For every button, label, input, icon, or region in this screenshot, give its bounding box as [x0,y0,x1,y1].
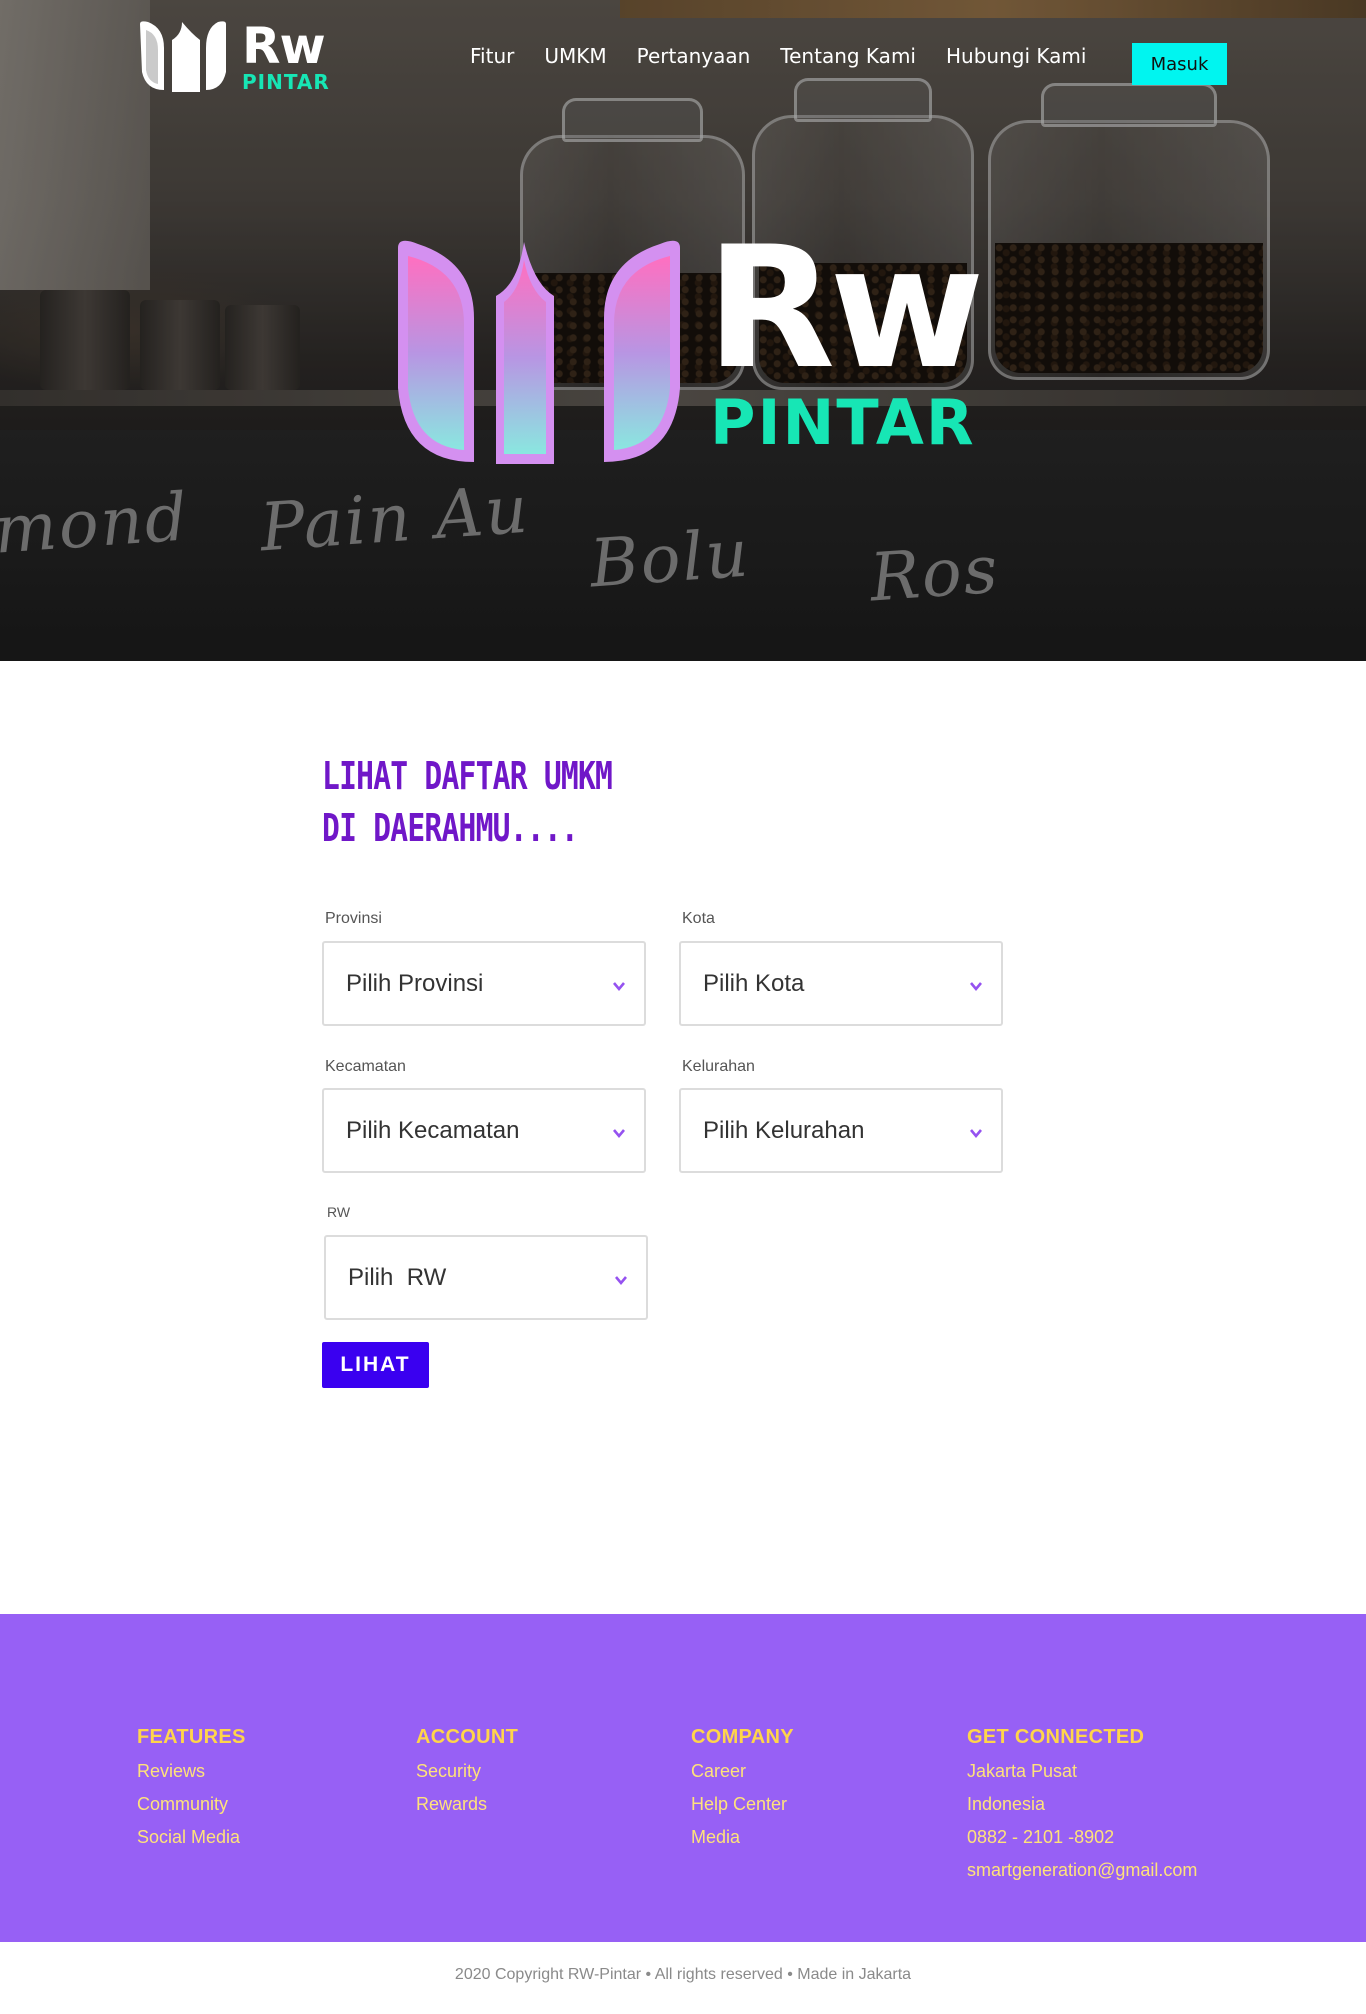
footer-heading: ACCOUNT [416,1726,519,1748]
provinsi-label: Provinsi [325,910,382,927]
footer-link-security[interactable]: Security [416,1761,518,1782]
provinsi-select-value: Pilih Provinsi [346,969,484,997]
footer-country: Indonesia [967,1794,1046,1814]
rw-select-value: Pilih RW [348,1263,447,1291]
kota-label: Kota [682,910,715,927]
main-nav: Fitur UMKM Pertanyaan Tentang Kami Hubun… [470,44,1116,68]
kota-select-value: Pilih Kota [703,969,805,997]
footer-column-account: ACCOUNT Security Rewards [416,1726,518,1827]
kecamatan-select-value: Pilih Kecamatan [346,1116,520,1144]
footer-column-get-connected: GET CONNECTED Jakarta Pusat Indonesia 08… [967,1726,1197,1893]
footer-link-reviews[interactable]: Reviews [137,1761,246,1782]
kecamatan-label: Kecamatan [325,1058,406,1075]
hero-logo-icon [398,240,680,464]
chevron-down-icon [613,982,625,992]
chevron-down-icon [613,1129,625,1139]
kelurahan-select[interactable]: Pilih Kelurahan [679,1088,1003,1173]
nav-logo-wordmark[interactable]: Rw [242,21,326,71]
nav-link-tentang-kami[interactable]: Tentang Kami [780,44,916,68]
footer-column-features: FEATURES Reviews Community Social Media [137,1726,246,1860]
nav-link-pertanyaan[interactable]: Pertanyaan [637,44,751,68]
hero-logo-sub: PINTAR [710,386,976,459]
footer-link-career[interactable]: Career [691,1761,794,1782]
provinsi-select[interactable]: Pilih Provinsi [322,941,646,1026]
chevron-down-icon [615,1276,627,1286]
kelurahan-select-value: Pilih Kelurahan [703,1116,865,1144]
footer-link-help-center[interactable]: Help Center [691,1794,794,1815]
footer-link-social-media[interactable]: Social Media [137,1827,246,1848]
lihat-button[interactable]: LIHAT [322,1342,429,1388]
footer-column-company: COMPANY Career Help Center Media [691,1726,794,1860]
footer-link-rewards[interactable]: Rewards [416,1794,518,1815]
footer-heading: GET CONNECTED [967,1726,1145,1748]
nav-link-fitur[interactable]: Fitur [470,44,514,68]
footer-heading: COMPANY [691,1726,794,1748]
footer-city: Jakarta Pusat [967,1761,1078,1781]
rw-label: RW [327,1204,351,1220]
chevron-down-icon [970,982,982,992]
nav-link-hubungi-kami[interactable]: Hubungi Kami [946,44,1086,68]
hero-logo-wordmark: Rw [706,210,985,406]
kecamatan-select[interactable]: Pilih Kecamatan [322,1088,646,1173]
footer-heading: FEATURES [137,1726,246,1748]
rw-select[interactable]: Pilih RW [324,1235,648,1320]
kota-select[interactable]: Pilih Kota [679,941,1003,1026]
nav-link-umkm[interactable]: UMKM [544,44,606,68]
login-button[interactable]: Masuk [1132,43,1227,85]
search-title-line: DI DAERAHMU.... [322,806,579,850]
footer-link-community[interactable]: Community [137,1794,246,1815]
site-footer: FEATURES Reviews Community Social Media … [0,1614,1366,1942]
footer-email[interactable]: smartgeneration@gmail.com [967,1860,1197,1881]
footer-link-media[interactable]: Media [691,1827,794,1848]
chevron-down-icon [970,1129,982,1139]
search-title-line: LIHAT DAFTAR UMKM [322,754,613,798]
kelurahan-label: Kelurahan [682,1058,755,1075]
search-section-title: LIHAT DAFTAR UMKM DI DAERAHMU.... [322,750,634,854]
footer-phone[interactable]: 0882 - 2101 -8902 [967,1827,1197,1848]
nav-logo-sub[interactable]: PINTAR [242,70,330,94]
copyright-text: 2020 Copyright RW-Pintar • All rights re… [454,1966,912,1983]
